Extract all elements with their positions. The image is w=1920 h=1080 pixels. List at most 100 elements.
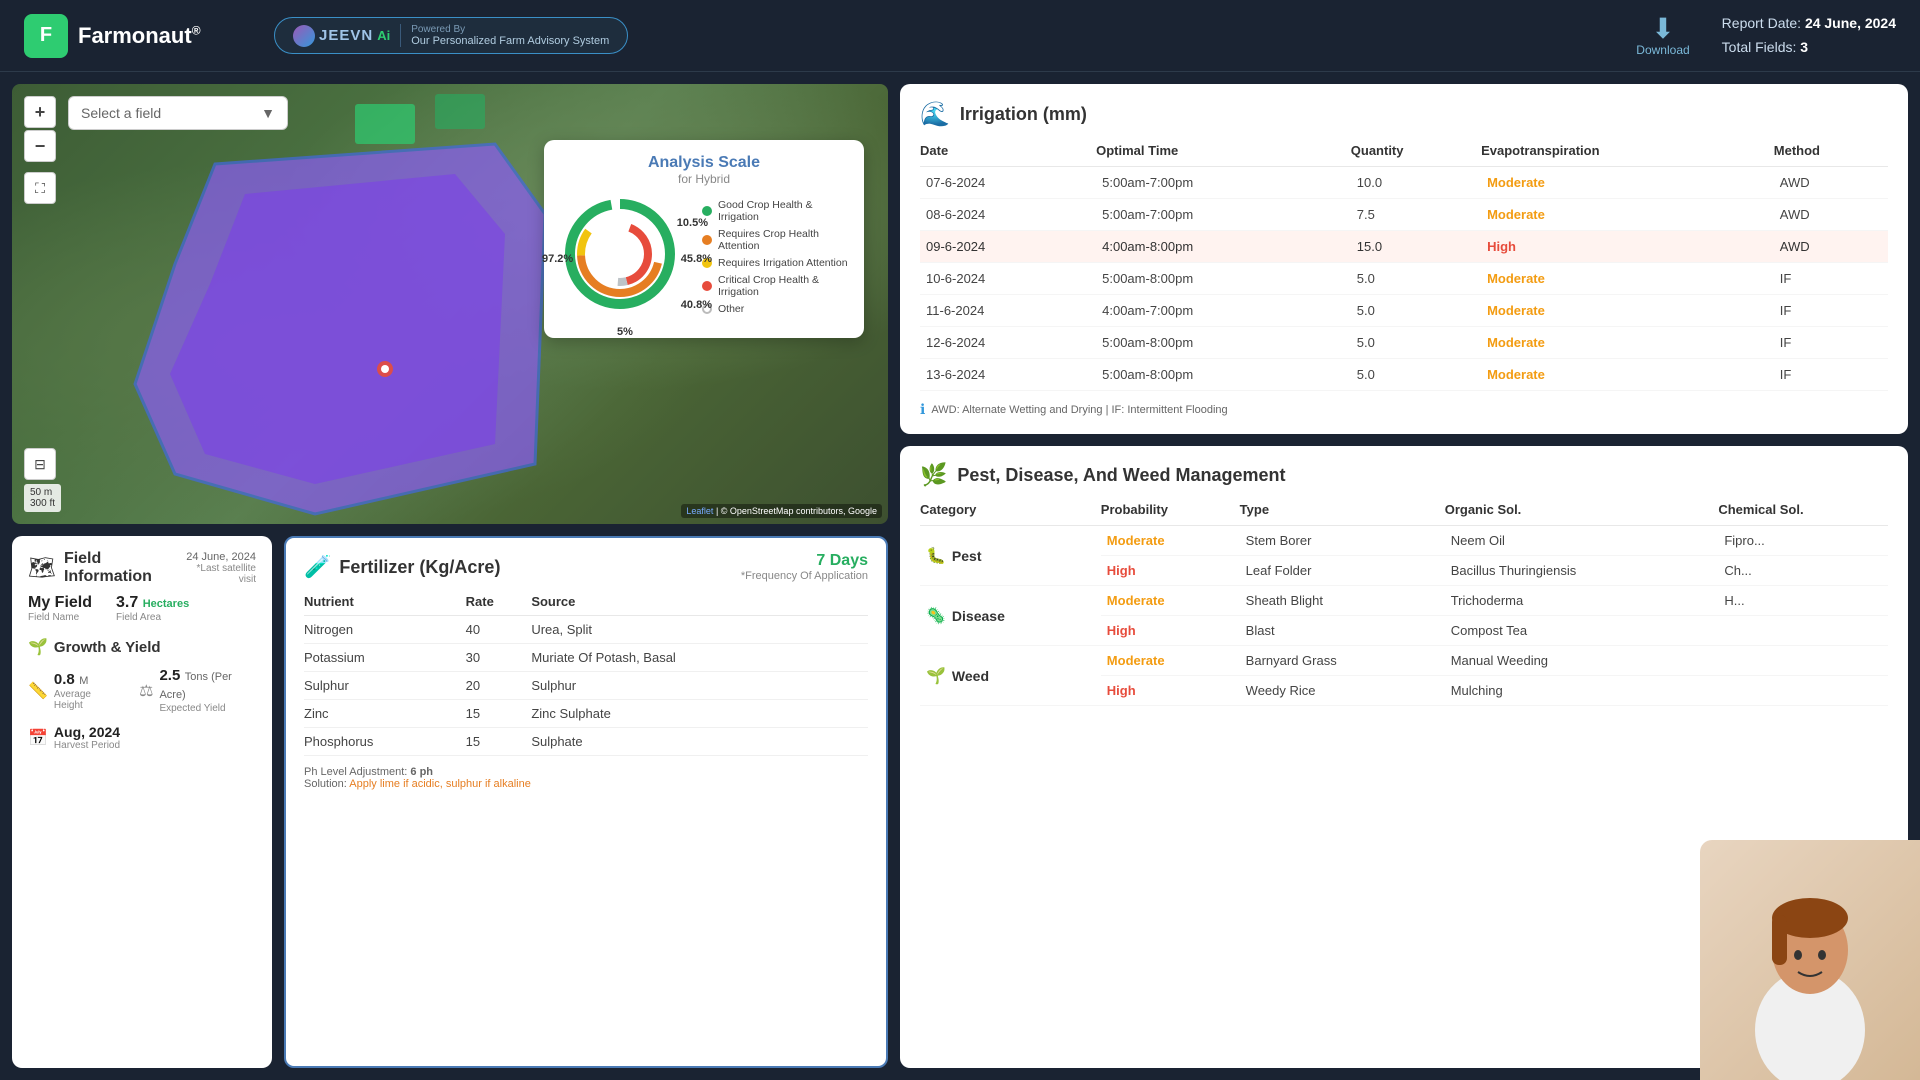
calendar-icon: 📅 bbox=[28, 728, 48, 748]
harvest-row: 📅 Aug, 2024 Harvest Period bbox=[28, 724, 256, 751]
zoom-out-button[interactable]: − bbox=[24, 130, 56, 162]
irr-method: IF bbox=[1774, 295, 1888, 327]
fert-nutrient: Phosphorus bbox=[304, 728, 466, 756]
left-column: + − ⛶ Select a field ▼ ⊟ 50 m 300 ft Lea… bbox=[0, 72, 900, 1080]
irr-row: 07-6-2024 5:00am-7:00pm 10.0 Moderate AW… bbox=[920, 167, 1888, 199]
label-97: 97.2% bbox=[542, 253, 573, 265]
pdw-organic: Bacillus Thuringiensis bbox=[1445, 556, 1719, 586]
legend-item-critical: Critical Crop Health & Irrigation bbox=[702, 274, 848, 298]
legend-dot-crop bbox=[702, 235, 712, 245]
analysis-title: Analysis Scale bbox=[560, 154, 848, 172]
irr-qty: 7.5 bbox=[1351, 199, 1481, 231]
yield-stat: ⚖ 2.5 Tons (Per Acre) Expected Yield bbox=[139, 667, 256, 714]
growth-section: 🌱 Growth & Yield 📏 0.8 M Average Hei bbox=[28, 637, 256, 751]
legend-item-other: Other bbox=[702, 303, 848, 315]
irr-time: 5:00am-7:00pm bbox=[1096, 199, 1351, 231]
irr-row: 12-6-2024 5:00am-8:00pm 5.0 Moderate IF bbox=[920, 327, 1888, 359]
irr-time: 5:00am-8:00pm bbox=[1096, 359, 1351, 391]
irr-date: 11-6-2024 bbox=[920, 295, 1096, 327]
pdw-prob: High bbox=[1101, 676, 1240, 706]
fert-source: Urea, Split bbox=[531, 616, 868, 644]
pdw-col-chemical: Chemical Sol. bbox=[1718, 502, 1888, 526]
chevron-down-icon: ▼ bbox=[261, 105, 275, 121]
irr-time: 5:00am-8:00pm bbox=[1096, 263, 1351, 295]
fert-row: Potassium 30 Muriate Of Potash, Basal bbox=[304, 644, 868, 672]
irr-qty: 5.0 bbox=[1351, 327, 1481, 359]
irr-evap: Moderate bbox=[1481, 167, 1774, 199]
avatar-overlay bbox=[1700, 840, 1920, 1080]
irr-col-date: Date bbox=[920, 143, 1096, 167]
jeevn-powered: Powered By Our Personalized Farm Advisor… bbox=[400, 24, 609, 47]
irr-time: 5:00am-7:00pm bbox=[1096, 167, 1351, 199]
fert-col-source: Source bbox=[531, 594, 868, 616]
irr-evap: Moderate bbox=[1481, 327, 1774, 359]
fert-col-nutrient: Nutrient bbox=[304, 594, 466, 616]
pdw-type: Leaf Folder bbox=[1240, 556, 1445, 586]
irr-row: 11-6-2024 4:00am-7:00pm 5.0 Moderate IF bbox=[920, 295, 1888, 327]
analysis-body: 97.2% 10.5% 45.8% 40.8% 5% Good Crop Hea… bbox=[560, 194, 848, 324]
avatar-background bbox=[1700, 840, 1920, 1080]
pdw-prob: High bbox=[1101, 616, 1240, 646]
irr-method: IF bbox=[1774, 263, 1888, 295]
download-button[interactable]: ⬇ Download bbox=[1636, 15, 1689, 57]
irr-evap: Moderate bbox=[1481, 199, 1774, 231]
field-info-card: 🗺 Field Information 24 June, 2024 *Last … bbox=[12, 536, 272, 1068]
irr-time: 4:00am-7:00pm bbox=[1096, 295, 1351, 327]
irr-date: 09-6-2024 bbox=[920, 231, 1096, 263]
irr-qty: 5.0 bbox=[1351, 295, 1481, 327]
report-info: Report Date: 24 June, 2024 Total Fields:… bbox=[1722, 12, 1896, 60]
pdw-table: Category Probability Type Organic Sol. C… bbox=[920, 502, 1888, 706]
pdw-row: 🐛 Pest Moderate Stem Borer Neem Oil Fipr… bbox=[920, 526, 1888, 556]
field-icon: 🗺 bbox=[28, 555, 56, 581]
jeevn-badge: JEEVN Ai Powered By Our Personalized Far… bbox=[274, 17, 628, 54]
field-info-title: Field Information bbox=[64, 550, 178, 586]
main-content: + − ⛶ Select a field ▼ ⊟ 50 m 300 ft Lea… bbox=[0, 72, 1920, 1080]
avatar-svg bbox=[1720, 860, 1900, 1080]
analysis-legend: Good Crop Health & Irrigation Requires C… bbox=[702, 199, 848, 320]
field-select[interactable]: Select a field ▼ bbox=[68, 96, 288, 130]
last-visit-label: *Last satellite visit bbox=[186, 563, 256, 585]
irr-method: IF bbox=[1774, 327, 1888, 359]
analysis-subtitle: for Hybrid bbox=[560, 172, 848, 186]
pdw-col-organic: Organic Sol. bbox=[1445, 502, 1719, 526]
irr-row: 13-6-2024 5:00am-8:00pm 5.0 Moderate IF bbox=[920, 359, 1888, 391]
irr-row: 09-6-2024 4:00am-8:00pm 15.0 High AWD bbox=[920, 231, 1888, 263]
fullscreen-button[interactable]: ⛶ bbox=[24, 172, 56, 204]
jeevn-circle-icon bbox=[293, 25, 315, 47]
download-icon: ⬇ bbox=[1651, 15, 1674, 43]
layer-button[interactable]: ⊟ bbox=[24, 448, 56, 480]
jeevn-logo: JEEVN Ai bbox=[293, 25, 390, 47]
irr-method: AWD bbox=[1774, 231, 1888, 263]
legend-dot-good bbox=[702, 206, 712, 216]
irr-date: 13-6-2024 bbox=[920, 359, 1096, 391]
fertilizer-footer: Ph Level Adjustment: 6 ph Solution: Appl… bbox=[304, 766, 868, 790]
irr-method: AWD bbox=[1774, 167, 1888, 199]
field-date: 24 June, 2024 bbox=[186, 551, 256, 563]
irr-date: 07-6-2024 bbox=[920, 167, 1096, 199]
fert-nutrient: Potassium bbox=[304, 644, 466, 672]
bottom-row: 🗺 Field Information 24 June, 2024 *Last … bbox=[0, 524, 900, 1080]
zoom-in-button[interactable]: + bbox=[24, 96, 56, 128]
pdw-organic: Trichoderma bbox=[1445, 586, 1719, 616]
irr-evap: Moderate bbox=[1481, 359, 1774, 391]
pdw-organic: Compost Tea bbox=[1445, 616, 1719, 646]
pdw-chemical bbox=[1718, 616, 1888, 646]
pdw-organic: Mulching bbox=[1445, 676, 1719, 706]
irr-col-method: Method bbox=[1774, 143, 1888, 167]
irr-method: IF bbox=[1774, 359, 1888, 391]
irr-method: AWD bbox=[1774, 199, 1888, 231]
pest-icon: 🐛 bbox=[926, 546, 946, 566]
fert-rate: 15 bbox=[466, 700, 532, 728]
yield-icon: ⚖ bbox=[139, 681, 153, 701]
growth-icon: 🌱 bbox=[28, 637, 48, 657]
irr-row: 08-6-2024 5:00am-7:00pm 7.5 Moderate AWD bbox=[920, 199, 1888, 231]
irr-date: 12-6-2024 bbox=[920, 327, 1096, 359]
field-area-stat: 3.7 Hectares Field Area bbox=[116, 594, 189, 623]
legend-item-irrigation: Requires Irrigation Attention bbox=[702, 257, 848, 269]
info-icon: ℹ bbox=[920, 401, 925, 418]
map-container[interactable]: + − ⛶ Select a field ▼ ⊟ 50 m 300 ft Lea… bbox=[12, 84, 888, 524]
pdw-type: Weedy Rice bbox=[1240, 676, 1445, 706]
fert-rate: 30 bbox=[466, 644, 532, 672]
pdw-col-category: Category bbox=[920, 502, 1101, 526]
pdw-chemical: Fipro... bbox=[1718, 526, 1888, 556]
